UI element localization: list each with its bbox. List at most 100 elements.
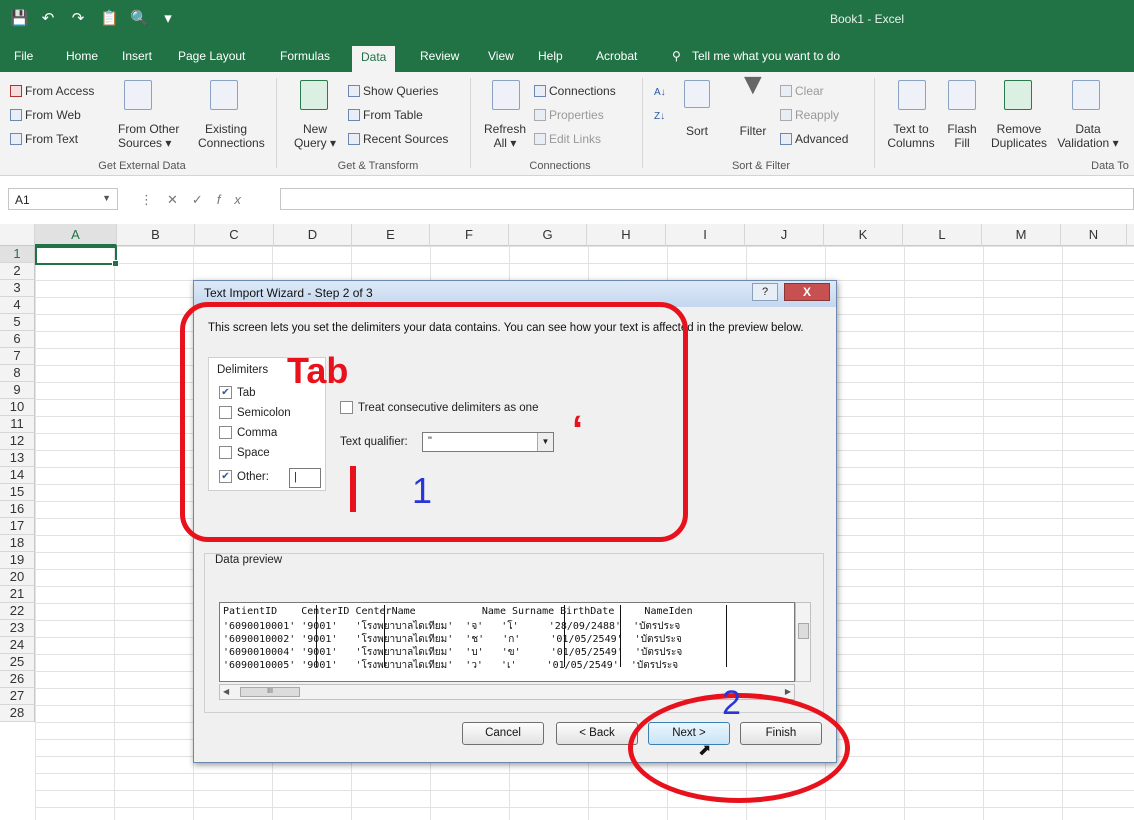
row-header-13[interactable]: 13 xyxy=(0,450,35,467)
advanced-button[interactable]: Advanced xyxy=(780,132,848,146)
row-header-22[interactable]: 22 xyxy=(0,603,35,620)
column-header-n[interactable]: N xyxy=(1061,224,1127,246)
row-header-24[interactable]: 24 xyxy=(0,637,35,654)
cancel-entry-icon[interactable]: ✕ xyxy=(167,192,192,207)
insert-function-icon[interactable]: fx xyxy=(217,192,255,207)
next-button[interactable]: Next > xyxy=(648,722,730,745)
row-header-26[interactable]: 26 xyxy=(0,671,35,688)
finish-button[interactable]: Finish xyxy=(740,722,822,745)
comma-checkbox[interactable]: Comma xyxy=(219,426,277,439)
tab-acrobat[interactable]: Acrobat xyxy=(596,49,637,63)
consecutive-delimiters-checkbox[interactable]: Treat consecutive delimiters as one xyxy=(340,401,538,414)
edit-links-button[interactable]: Edit Links xyxy=(534,132,601,146)
column-header-b[interactable]: B xyxy=(117,224,195,246)
column-header-g[interactable]: G xyxy=(509,224,587,246)
tab-page-layout[interactable]: Page Layout xyxy=(178,49,245,63)
chevron-down-icon[interactable]: ▼ xyxy=(102,193,111,203)
row-header-10[interactable]: 10 xyxy=(0,399,35,416)
row-header-18[interactable]: 18 xyxy=(0,535,35,552)
preview-horizontal-scrollbar[interactable]: ◀ III ▶ xyxy=(219,684,795,700)
space-checkbox[interactable]: Space xyxy=(219,446,270,459)
from-web-button[interactable]: From Web xyxy=(10,108,81,122)
remove-duplicates-button[interactable]: Remove Duplicates xyxy=(990,122,1048,150)
row-header-16[interactable]: 16 xyxy=(0,501,35,518)
enter-icon[interactable]: ✓ xyxy=(192,192,217,207)
from-table-button[interactable]: From Table xyxy=(348,108,423,122)
back-button[interactable]: < Back xyxy=(556,722,638,745)
flash-fill-button[interactable]: Flash Fill xyxy=(944,122,980,150)
cancel-button[interactable]: Cancel xyxy=(462,722,544,745)
tab-file[interactable]: File xyxy=(14,49,33,63)
tab-data[interactable]: Data xyxy=(352,46,396,72)
show-queries-button[interactable]: Show Queries xyxy=(348,84,438,98)
row-header-15[interactable]: 15 xyxy=(0,484,35,501)
column-header-d[interactable]: D xyxy=(274,224,352,246)
semicolon-checkbox[interactable]: Semicolon xyxy=(219,406,291,419)
row-header-11[interactable]: 11 xyxy=(0,416,35,433)
sort-descending-icon[interactable]: Z↓ xyxy=(654,110,665,124)
tab-review[interactable]: Review xyxy=(420,49,459,63)
from-other-sources-button[interactable]: From Other Sources ▾ xyxy=(118,122,179,150)
row-header-5[interactable]: 5 xyxy=(0,314,35,331)
column-header-k[interactable]: K xyxy=(824,224,903,246)
row-header-2[interactable]: 2 xyxy=(0,263,35,280)
select-all-corner[interactable] xyxy=(0,224,35,246)
formula-input[interactable] xyxy=(280,188,1134,210)
tab-insert[interactable]: Insert xyxy=(122,49,152,63)
scroll-right-icon[interactable]: ▶ xyxy=(785,687,791,696)
recent-sources-button[interactable]: Recent Sources xyxy=(348,132,448,146)
active-cell-a1[interactable] xyxy=(35,246,119,267)
sort-button[interactable]: Sort xyxy=(680,124,714,138)
filter-button[interactable]: Filter xyxy=(732,124,774,138)
column-header-i[interactable]: I xyxy=(666,224,745,246)
row-header-1[interactable]: 1 xyxy=(0,246,35,263)
data-validation-button[interactable]: Data Validation ▾ xyxy=(1056,122,1120,150)
row-header-4[interactable]: 4 xyxy=(0,297,35,314)
column-header-h[interactable]: H xyxy=(587,224,666,246)
column-header-c[interactable]: C xyxy=(195,224,274,246)
column-header-f[interactable]: F xyxy=(430,224,509,246)
tell-me-search[interactable]: Tell me what you want to do xyxy=(692,49,840,63)
row-header-14[interactable]: 14 xyxy=(0,467,35,484)
column-header-m[interactable]: M xyxy=(982,224,1061,246)
tab-view[interactable]: View xyxy=(488,49,514,63)
scroll-left-icon[interactable]: ◀ xyxy=(223,687,229,696)
clear-button[interactable]: Clear xyxy=(780,84,824,98)
connections-button[interactable]: Connections xyxy=(534,84,616,98)
row-header-6[interactable]: 6 xyxy=(0,331,35,348)
chevron-down-icon[interactable]: ▼ xyxy=(537,433,553,451)
preview-vertical-scrollbar[interactable] xyxy=(795,602,811,682)
new-query-button[interactable]: New Query ▾ xyxy=(290,122,340,150)
scroll-thumb[interactable] xyxy=(798,623,809,639)
row-header-27[interactable]: 27 xyxy=(0,688,35,705)
scroll-thumb[interactable]: III xyxy=(240,687,300,697)
other-delimiter-input[interactable]: | xyxy=(289,468,321,488)
tab-formulas[interactable]: Formulas xyxy=(280,49,330,63)
row-header-17[interactable]: 17 xyxy=(0,518,35,535)
row-header-8[interactable]: 8 xyxy=(0,365,35,382)
help-button[interactable]: ? xyxy=(752,283,778,301)
row-header-3[interactable]: 3 xyxy=(0,280,35,297)
row-header-12[interactable]: 12 xyxy=(0,433,35,450)
close-button[interactable]: X xyxy=(784,283,830,301)
sort-ascending-icon[interactable]: A↓ xyxy=(654,86,666,100)
text-qualifier-select[interactable]: " ▼ xyxy=(422,432,554,452)
column-header-e[interactable]: E xyxy=(352,224,430,246)
tab-home[interactable]: Home xyxy=(66,49,98,63)
refresh-all-button[interactable]: Refresh All ▾ xyxy=(482,122,528,150)
tab-help[interactable]: Help xyxy=(538,49,563,63)
tab-checkbox[interactable]: ✔ Tab xyxy=(219,386,256,399)
name-box[interactable]: A1 ▼ xyxy=(8,188,118,210)
row-header-25[interactable]: 25 xyxy=(0,654,35,671)
text-to-columns-button[interactable]: Text to Columns xyxy=(886,122,936,150)
existing-connections-button[interactable]: Existing Connections xyxy=(198,122,265,150)
column-header-l[interactable]: L xyxy=(903,224,982,246)
column-header-a[interactable]: A xyxy=(35,224,117,246)
properties-button[interactable]: Properties xyxy=(534,108,604,122)
row-header-21[interactable]: 21 xyxy=(0,586,35,603)
from-access-button[interactable]: From Access xyxy=(10,84,94,98)
row-header-19[interactable]: 19 xyxy=(0,552,35,569)
column-header-j[interactable]: J xyxy=(745,224,824,246)
row-header-20[interactable]: 20 xyxy=(0,569,35,586)
row-header-9[interactable]: 9 xyxy=(0,382,35,399)
